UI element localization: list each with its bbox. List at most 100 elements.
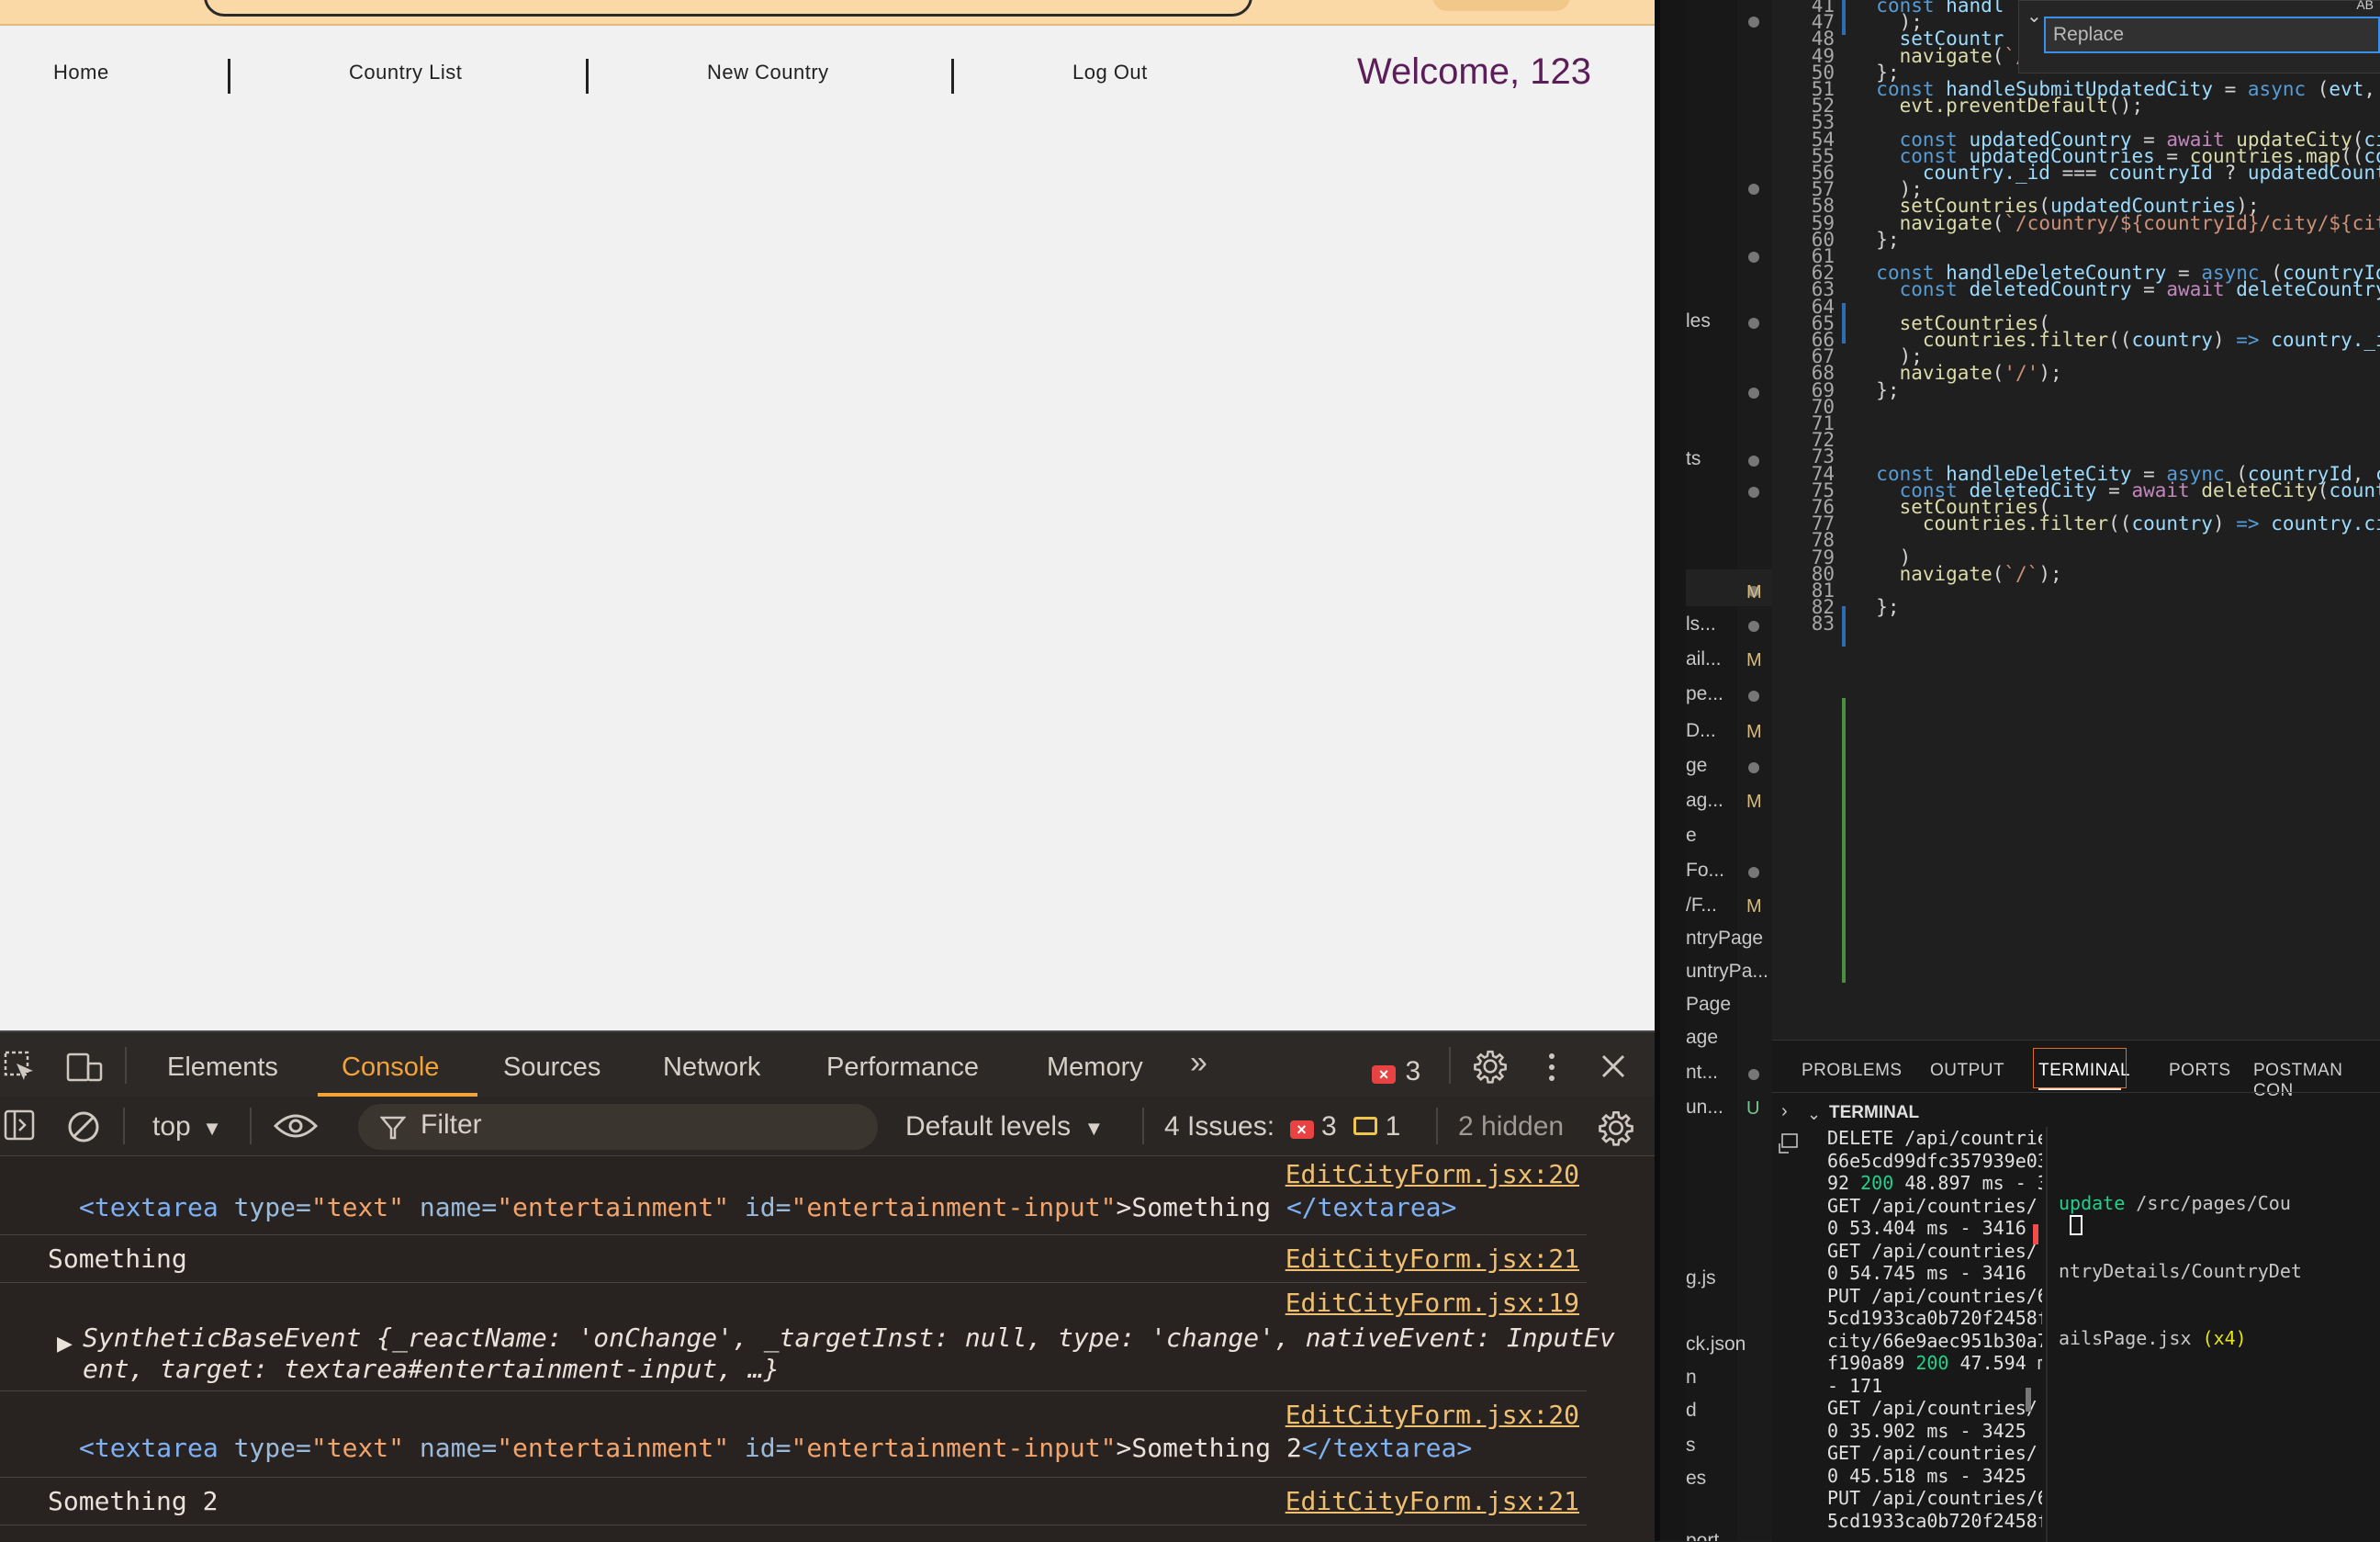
- replace-options-label[interactable]: AB: [2356, 0, 2374, 12]
- explorer-file-item[interactable]: es: [1686, 1468, 1706, 1490]
- console-element-output[interactable]: <textarea type="text" name="entertainmen…: [79, 1192, 1456, 1222]
- git-status-dot-icon: [1748, 318, 1759, 329]
- explorer-file-item[interactable]: les: [1686, 310, 1711, 332]
- explorer-file-item[interactable]: pe...: [1686, 683, 1723, 705]
- log-levels-dropdown[interactable]: Default levels ▼: [905, 1111, 1104, 1142]
- terminal-line: f190a89 200 47.594 ms: [1827, 1352, 2042, 1374]
- warning-icon: [1353, 1117, 1378, 1135]
- more-tabs-icon[interactable]: »: [1190, 1047, 1207, 1078]
- context-selector[interactable]: top ▼: [152, 1111, 222, 1142]
- dropdown-arrow-icon: ▼: [1083, 1117, 1105, 1140]
- tab-console[interactable]: Console: [342, 1052, 439, 1083]
- explorer-file-item[interactable]: ts: [1686, 448, 1701, 470]
- code-line[interactable]: };: [1853, 379, 1899, 401]
- replace-placeholder: Replace: [2053, 24, 2125, 45]
- code-line[interactable]: countries.filter((country) => country._i: [1853, 329, 2380, 351]
- explorer-file-item[interactable]: /F...: [1686, 895, 1717, 917]
- source-link[interactable]: EditCityForm.jsx:20: [1285, 1400, 1579, 1430]
- code-line[interactable]: countries.filter((country) => country.ci: [1853, 512, 2380, 535]
- explorer-file-item[interactable]: port: [1686, 1530, 1719, 1541]
- explorer-file-item[interactable]: d: [1686, 1400, 1697, 1422]
- settings-gear-icon[interactable]: [1473, 1049, 1508, 1084]
- clear-console-icon[interactable]: [66, 1109, 101, 1144]
- tab-performance[interactable]: Performance: [826, 1052, 979, 1083]
- explorer-file-item[interactable]: g.js: [1686, 1267, 1716, 1289]
- nav-separator: [951, 59, 954, 94]
- panel-tab-ports[interactable]: PORTS: [2169, 1061, 2231, 1081]
- close-devtools-icon[interactable]: [1600, 1052, 1627, 1080]
- explorer-file-item[interactable]: Fo...: [1686, 860, 1724, 882]
- device-toolbar-icon[interactable]: [66, 1051, 103, 1084]
- explorer-file-item[interactable]: ag...: [1686, 790, 1723, 812]
- explorer-file-item[interactable]: ck.json: [1686, 1334, 1746, 1356]
- panel-tab-postman[interactable]: POSTMAN CON: [2253, 1061, 2380, 1101]
- source-link[interactable]: EditCityForm.jsx:21: [1285, 1486, 1579, 1516]
- code-line[interactable]: navigate(`/`);: [1853, 563, 2062, 585]
- explorer-file-item[interactable]: nt...: [1686, 1062, 1718, 1084]
- console-message: EditCityForm.jsx:19 ▶ SyntheticBaseEvent…: [0, 1282, 1615, 1391]
- tab-elements[interactable]: Elements: [167, 1052, 278, 1083]
- more-options-icon[interactable]: [1543, 1051, 1561, 1084]
- code-line[interactable]: country._id === countryId ? updatedCount: [1853, 162, 2380, 184]
- terminal-scrollbar[interactable]: [2026, 1388, 2031, 1412]
- nav-home-link[interactable]: Home: [53, 61, 109, 84]
- explorer-file-item[interactable]: ail...: [1686, 648, 1722, 670]
- git-status-dot-icon: [1748, 1069, 1759, 1080]
- code-line[interactable]: const deletedCountry = await deleteCount…: [1853, 278, 2380, 300]
- explorer-file-item[interactable]: ntryPage: [1686, 928, 1763, 950]
- tab-sources[interactable]: Sources: [503, 1052, 601, 1083]
- dropdown-arrow-icon: ▼: [202, 1117, 222, 1140]
- devtools-tab-bar: Elements Console Sources Network Perform…: [0, 1030, 1655, 1099]
- terminal-line: DELETE /api/countries/: [1827, 1127, 2042, 1149]
- code-line[interactable]: navigate(`/country/${countryId}/city/${c…: [1853, 212, 2380, 234]
- source-link[interactable]: EditCityForm.jsx:21: [1285, 1244, 1579, 1274]
- console-settings-icon[interactable]: [1598, 1109, 1634, 1146]
- nav-separator: [586, 59, 589, 94]
- code-editor[interactable]: 41 const handl 47 ); 48 setCountr 49 naviga…: [1772, 0, 2380, 1040]
- live-expression-eye-icon[interactable]: [274, 1111, 318, 1141]
- source-link[interactable]: EditCityForm.jsx:20: [1285, 1159, 1579, 1189]
- explorer-file-item[interactable]: ge: [1686, 755, 1707, 777]
- expand-triangle-icon[interactable]: ▶: [57, 1332, 73, 1356]
- console-message: Something 2 EditCityForm.jsx:21: [0, 1477, 1587, 1525]
- inspect-element-icon[interactable]: [4, 1051, 37, 1084]
- console-element-output[interactable]: <textarea type="text" name="entertainmen…: [79, 1433, 1472, 1463]
- explorer-file-item[interactable]: ls...: [1686, 613, 1716, 636]
- chevron-down-icon[interactable]: ⌄: [1807, 1105, 1821, 1124]
- nav-new-country-link[interactable]: New Country: [707, 61, 829, 84]
- issues-counter[interactable]: 4 Issues: × 3 1: [1164, 1111, 1400, 1142]
- code-line[interactable]: };: [1853, 229, 1899, 251]
- explorer-file-item[interactable]: age: [1686, 1027, 1718, 1049]
- terminal-pane-divider: [2046, 1127, 2048, 1542]
- terminal-left-pane[interactable]: DELETE /api/countries/66e5cd99dfc357939e…: [1827, 1127, 2042, 1542]
- code-line[interactable]: evt.preventDefault();: [1853, 95, 2144, 117]
- explorer-file-item[interactable]: D...: [1686, 720, 1716, 742]
- source-link[interactable]: EditCityForm.jsx:19: [1285, 1288, 1579, 1318]
- explorer-file-item[interactable]: n: [1686, 1367, 1697, 1389]
- nav-country-list-link[interactable]: Country List: [349, 61, 462, 84]
- top-search-field[interactable]: [204, 0, 1252, 17]
- tab-memory[interactable]: Memory: [1047, 1052, 1143, 1083]
- chevron-right-icon[interactable]: ›: [1781, 1101, 1788, 1122]
- console-filter-input[interactable]: Filter: [358, 1104, 878, 1150]
- code-line[interactable]: };: [1853, 596, 1899, 618]
- explorer-file-item[interactable]: untryPa...: [1686, 961, 1768, 983]
- git-status-dot-icon: [1748, 388, 1759, 399]
- tab-divider: [125, 1047, 127, 1084]
- panel-tab-output[interactable]: OUTPUT: [1930, 1061, 2004, 1081]
- nav-log-out-link[interactable]: Log Out: [1072, 61, 1148, 84]
- explorer-file-item[interactable]: un...: [1686, 1097, 1723, 1119]
- explorer-file-item[interactable]: e: [1686, 825, 1697, 847]
- error-count-badge[interactable]: × 3: [1372, 1056, 1420, 1087]
- explorer-file-item[interactable]: s: [1686, 1435, 1696, 1457]
- top-bar-button[interactable]: [1432, 0, 1570, 11]
- panel-tab-problems[interactable]: PROBLEMS: [1802, 1061, 1903, 1081]
- replace-input[interactable]: Replace: [2044, 17, 2380, 53]
- tab-network[interactable]: Network: [663, 1052, 760, 1083]
- terminal-split-icon[interactable]: [1778, 1132, 1800, 1154]
- sidebar-toggle-icon[interactable]: [4, 1109, 37, 1142]
- explorer-file-item[interactable]: Page: [1686, 994, 1731, 1016]
- chevron-down-icon[interactable]: ⌄: [2026, 5, 2042, 28]
- synthetic-event-object[interactable]: SyntheticBaseEvent {_reactName: 'onChang…: [83, 1323, 1615, 1353]
- git-status-dot-icon: [1748, 487, 1759, 498]
